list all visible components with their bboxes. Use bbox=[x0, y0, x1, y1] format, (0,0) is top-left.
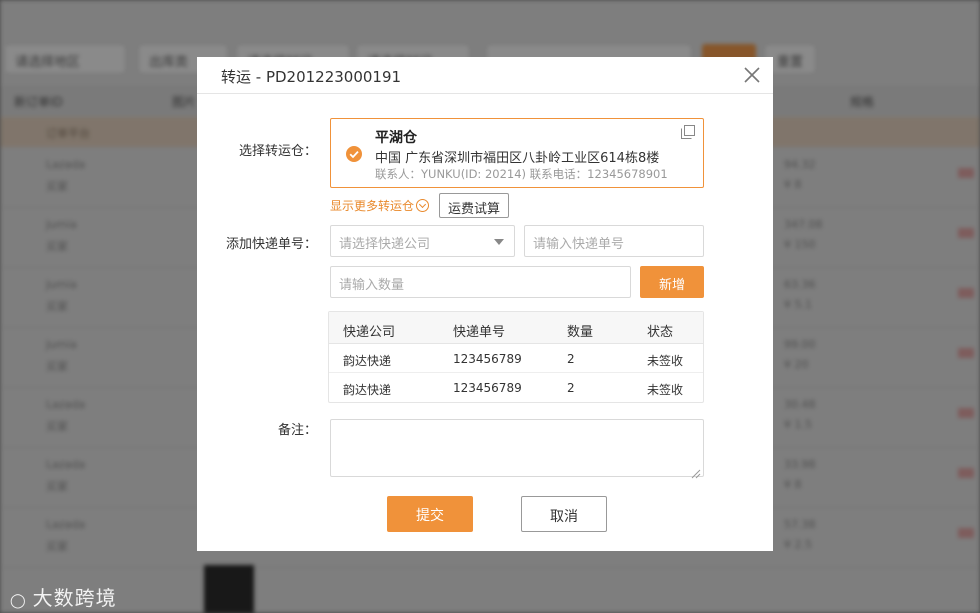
column-header: 快递单号 bbox=[453, 325, 506, 340]
table-row: 韵达快递 123456789 2 未签收 bbox=[329, 344, 703, 373]
courier-select[interactable]: 请选择快递公司 bbox=[330, 225, 515, 257]
column-header: 数量 bbox=[567, 325, 594, 340]
check-circle-icon bbox=[346, 146, 362, 162]
remark-label: 备注： bbox=[277, 423, 317, 438]
watermark: ◯ 大数跨境 bbox=[10, 582, 117, 611]
cancel-button[interactable]: 取消 bbox=[521, 496, 607, 532]
chevron-down-icon bbox=[416, 199, 430, 212]
copy-icon[interactable] bbox=[681, 124, 695, 139]
tracking-label: 添加快递单号： bbox=[225, 237, 317, 252]
quantity-cell: 2 bbox=[567, 352, 575, 366]
column-header: 快递公司 bbox=[343, 325, 396, 340]
dialog-title: 转运 - PD201223000191 bbox=[221, 68, 402, 86]
watermark-logo-icon: ◯ bbox=[10, 593, 27, 609]
warehouse-option-card[interactable]: 平湖仓 中国 广东省深圳市福田区八卦岭工业区614栋8楼 联系人：YUNKU(I… bbox=[330, 118, 704, 188]
tracking-number-cell: 123456789 bbox=[453, 381, 522, 395]
courier-cell: 韵达快递 bbox=[343, 354, 392, 368]
remark-textarea[interactable] bbox=[330, 419, 704, 479]
tracking-number-input[interactable]: 请输入快递单号 bbox=[524, 225, 704, 257]
close-icon[interactable] bbox=[741, 64, 763, 86]
tracking-number-cell: 123456789 bbox=[453, 352, 522, 366]
quantity-input[interactable]: 请输入数量 bbox=[330, 266, 631, 298]
warehouse-address: 中国 广东省深圳市福田区八卦岭工业区614栋8楼 bbox=[375, 151, 660, 166]
status-cell: 未签收 bbox=[647, 383, 684, 397]
column-header: 状态 bbox=[647, 325, 674, 340]
freight-calc-button[interactable]: 运费试算 bbox=[439, 193, 509, 218]
submit-button[interactable]: 提交 bbox=[387, 496, 473, 532]
watermark-text: 大数跨境 bbox=[32, 586, 117, 610]
transfer-dialog: 转运 - PD201223000191 选择转运仓： 平湖仓 中国 广东省深圳市… bbox=[197, 57, 773, 551]
show-more-label: 显示更多转运仓 bbox=[330, 199, 415, 213]
add-tracking-button[interactable]: 新增 bbox=[640, 266, 704, 298]
warehouse-name: 平湖仓 bbox=[375, 130, 417, 146]
table-row: 韵达快递 123456789 2 未签收 bbox=[329, 373, 703, 402]
warehouse-contact: 联系人：YUNKU(ID: 20214) 联系电话：12345678901 bbox=[375, 167, 668, 181]
quantity-cell: 2 bbox=[567, 381, 575, 395]
quantity-placeholder: 请输入数量 bbox=[339, 278, 405, 293]
resize-handle-icon[interactable] bbox=[691, 464, 701, 479]
show-more-warehouses-link[interactable]: 显示更多转运仓 bbox=[330, 197, 430, 214]
dialog-header: 转运 - PD201223000191 bbox=[197, 57, 773, 94]
tracking-table-header: 快递公司 快递单号 数量 状态 bbox=[329, 312, 703, 344]
warehouse-label: 选择转运仓： bbox=[238, 144, 317, 159]
tracking-number-placeholder: 请输入快递单号 bbox=[533, 237, 625, 252]
courier-cell: 韵达快递 bbox=[343, 383, 392, 397]
status-cell: 未签收 bbox=[647, 354, 684, 368]
courier-select-placeholder: 请选择快递公司 bbox=[339, 237, 431, 252]
caret-down-icon bbox=[494, 239, 504, 245]
tracking-table: 快递公司 快递单号 数量 状态 韵达快递 123456789 2 未签收 韵达快… bbox=[328, 311, 704, 403]
